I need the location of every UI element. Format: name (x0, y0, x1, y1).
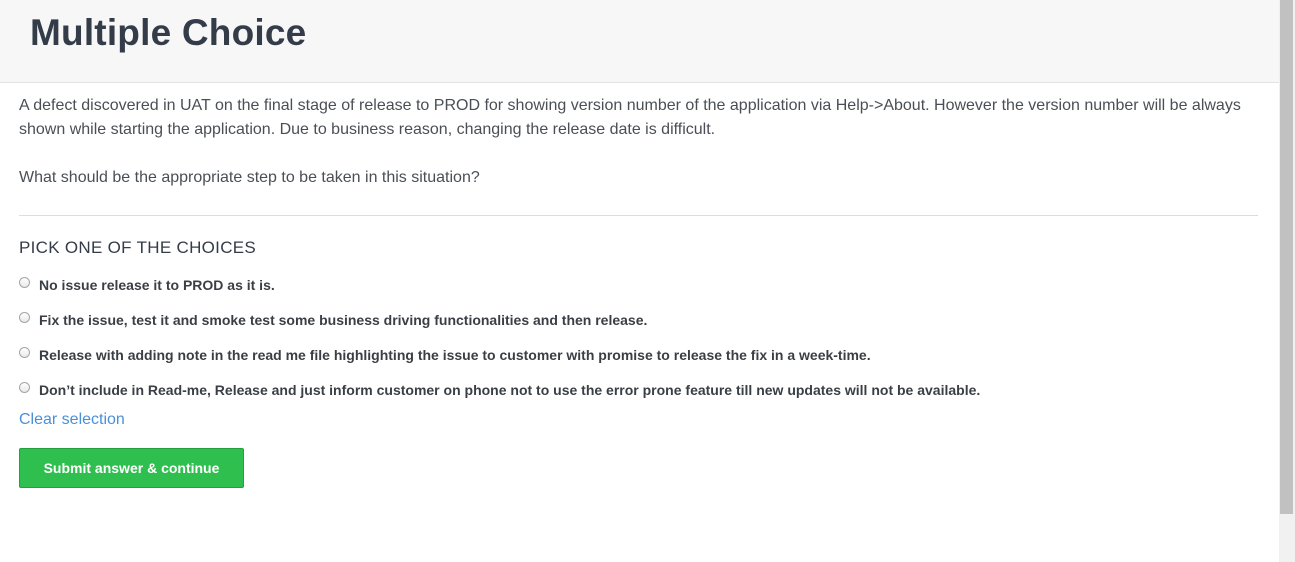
radio-button[interactable] (19, 382, 30, 393)
question-content: A defect discovered in UAT on the final … (19, 94, 1259, 488)
choice-option-4[interactable]: Don’t include in Read-me, Release and ju… (19, 379, 1259, 414)
choice-option-3[interactable]: Release with adding note in the read me … (19, 344, 1259, 379)
page-header: Multiple Choice (0, 0, 1279, 83)
question-paragraph: A defect discovered in UAT on the final … (19, 97, 1241, 138)
choice-option-1[interactable]: No issue release it to PROD as it is. (19, 274, 1259, 309)
radio-button[interactable] (19, 277, 30, 288)
choice-label[interactable]: Fix the issue, test it and smoke test so… (39, 312, 647, 328)
submit-answer-button[interactable]: Submit answer & continue (19, 448, 244, 488)
vertical-scrollbar[interactable] (1279, 0, 1295, 562)
choice-label[interactable]: Release with adding note in the read me … (39, 347, 871, 363)
clear-selection-link[interactable]: Clear selection (19, 411, 125, 429)
scrollbar-thumb[interactable] (1280, 0, 1293, 514)
page-title: Multiple Choice (30, 12, 307, 53)
choice-label[interactable]: Don’t include in Read-me, Release and ju… (39, 382, 980, 398)
radio-button[interactable] (19, 347, 30, 358)
radio-button[interactable] (19, 312, 30, 323)
question-text: A defect discovered in UAT on the final … (19, 94, 1259, 190)
page: Multiple Choice A defect discovered in U… (0, 0, 1295, 562)
choice-option-2[interactable]: Fix the issue, test it and smoke test so… (19, 309, 1259, 344)
divider (19, 215, 1258, 216)
question-prompt: What should be the appropriate step to b… (19, 169, 480, 186)
choice-label[interactable]: No issue release it to PROD as it is. (39, 277, 275, 293)
choices-heading: PICK ONE OF THE CHOICES (19, 238, 257, 257)
choice-list: No issue release it to PROD as it is. Fi… (19, 274, 1259, 414)
